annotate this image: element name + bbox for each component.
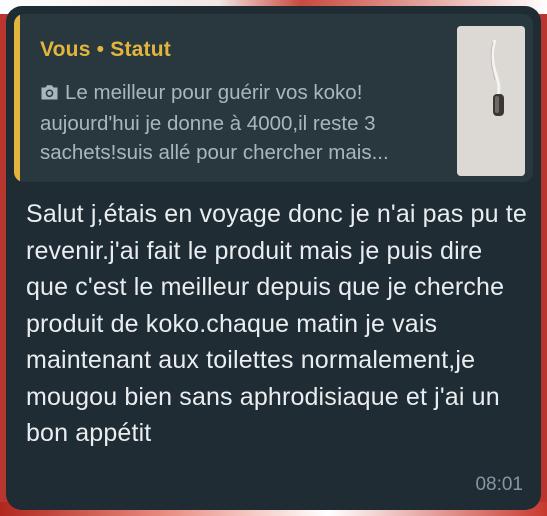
quote-type: Statut <box>110 38 171 61</box>
quote-separator: • <box>96 38 105 61</box>
status-thumbnail[interactable] <box>457 26 525 176</box>
quote-accent-bar <box>14 14 20 182</box>
quote-text: Le meilleur pour guérir vos koko! aujour… <box>40 81 389 164</box>
camera-icon <box>40 80 59 109</box>
quoted-status-reply[interactable]: Vous • Statut Le meilleur pour guérir vo… <box>14 14 533 182</box>
quote-sender: Vous <box>40 38 91 61</box>
quote-header: Vous • Statut <box>40 38 171 62</box>
message-timestamp: 08:01 <box>475 474 523 495</box>
quote-text-block: Le meilleur pour guérir vos koko! aujour… <box>40 78 440 167</box>
message-bubble[interactable]: Vous • Statut Le meilleur pour guérir vo… <box>6 6 541 510</box>
message-text: Salut j,étais en voyage donc je n'ai pas… <box>26 200 527 447</box>
